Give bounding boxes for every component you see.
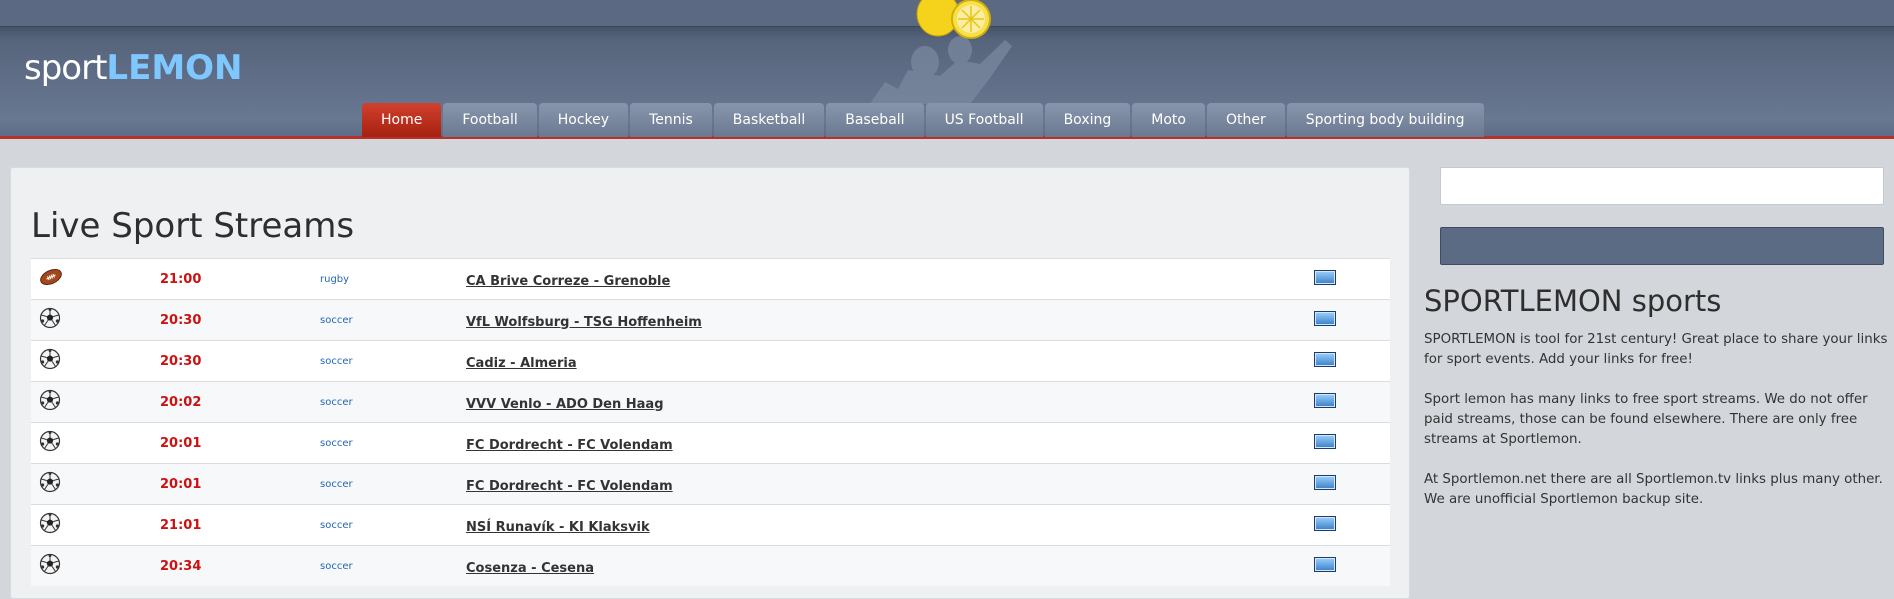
event-match-link[interactable]: VVV Venlo - ADO Den Haag [466, 397, 664, 412]
event-row: 21:00 rugby CA Brive Correze - Grenoble [31, 258, 1390, 300]
event-match-link[interactable]: VfL Wolfsburg - TSG Hoffenheim [466, 315, 702, 330]
event-sport-label: soccer [320, 340, 466, 382]
event-sport-label: soccer [320, 463, 466, 505]
sidebar-submit-button[interactable] [1440, 227, 1884, 265]
event-row: 20:02 soccer VVV Venlo - ADO Den Haag [31, 381, 1390, 423]
nav-other[interactable]: Other [1206, 103, 1285, 137]
event-row: 20:34 soccer Cosenza - Cesena [31, 545, 1390, 586]
event-time: 20:30 [160, 340, 320, 382]
event-row: 20:01 soccer FC Dordrecht - FC Volendam [31, 422, 1390, 464]
event-match-link[interactable]: Cadiz - Almeria [466, 356, 577, 371]
sidebar-title: SPORTLEMON sports [1424, 284, 1722, 318]
page-title: Live Sport Streams [31, 206, 355, 246]
tv-stream-icon[interactable] [1314, 351, 1336, 367]
nav-moto[interactable]: Moto [1132, 103, 1205, 137]
event-match-link[interactable]: Cosenza - Cesena [466, 561, 594, 576]
header-lemon-player-graphic [870, 0, 1012, 104]
event-time: 21:01 [160, 504, 320, 546]
soccer-ball-icon [39, 471, 61, 497]
tv-stream-icon[interactable] [1314, 310, 1336, 326]
event-match-link[interactable]: CA Brive Correze - Grenoble [466, 274, 670, 289]
tv-stream-icon[interactable] [1314, 556, 1336, 572]
event-match-link[interactable]: FC Dordrecht - FC Volendam [466, 479, 673, 494]
live-streams-panel: Live Sport Streams 21:00 rugby CA Brive Co… [10, 167, 1410, 599]
event-row: 20:30 soccer VfL Wolfsburg - TSG Hoffenhei… [31, 299, 1390, 341]
event-sport-label: soccer [320, 381, 466, 423]
soccer-ball-icon [39, 512, 61, 538]
sidebar-paragraph: Sport lemon has many links to free sport… [1424, 392, 1868, 447]
event-sport-label: rugby [320, 258, 466, 300]
nav-baseball[interactable]: Baseball [826, 103, 924, 137]
tv-stream-icon[interactable] [1314, 474, 1336, 490]
event-sport-label: soccer [320, 299, 466, 341]
soccer-ball-icon [39, 389, 61, 415]
event-sport-label: soccer [320, 504, 466, 546]
soccer-ball-icon [39, 307, 61, 333]
event-sport-label: soccer [320, 422, 466, 464]
event-match-link[interactable]: NSÍ Runavík - KI Klaksvik [466, 520, 650, 535]
tv-stream-icon[interactable] [1314, 269, 1336, 285]
main-nav: Home Football Hockey Tennis Basketball B… [362, 103, 1486, 137]
event-row: 20:01 soccer FC Dordrecht - FC Volendam [31, 463, 1390, 505]
nav-football[interactable]: Football [443, 103, 537, 137]
event-time: 20:01 [160, 463, 320, 505]
sidebar-paragraph: At Sportlemon.net there are all Sportlem… [1424, 472, 1883, 507]
site-header: sportLEMON Home Football Hockey Tennis B… [0, 0, 1894, 139]
nav-home[interactable]: Home [362, 103, 442, 137]
soccer-ball-icon [39, 553, 61, 579]
nav-us-football[interactable]: US Football [925, 103, 1043, 137]
tv-stream-icon[interactable] [1314, 515, 1336, 531]
rugby-ball-icon [39, 268, 63, 290]
event-time: 21:00 [160, 258, 320, 300]
nav-sporting-body-building[interactable]: Sporting body building [1286, 103, 1484, 137]
logo-text-lemon: LEMON [106, 48, 243, 88]
tv-stream-icon[interactable] [1314, 392, 1336, 408]
event-time: 20:02 [160, 381, 320, 423]
event-time: 20:34 [160, 545, 320, 586]
nav-boxing[interactable]: Boxing [1044, 103, 1131, 137]
sidebar-search-input[interactable] [1440, 167, 1884, 205]
event-row: 21:01 soccer NSÍ Runavík - KI Klaksvik [31, 504, 1390, 546]
logo-text-sport: sport [24, 48, 107, 88]
event-time: 20:30 [160, 299, 320, 341]
event-sport-label: soccer [320, 545, 466, 586]
site-logo[interactable]: sportLEMON [24, 48, 243, 88]
events-table: 21:00 rugby CA Brive Correze - Grenoble 20:… [31, 258, 1390, 586]
nav-hockey[interactable]: Hockey [538, 103, 629, 137]
event-row: 20:30 soccer Cadiz - Almeria [31, 340, 1390, 382]
nav-tennis[interactable]: Tennis [630, 103, 712, 137]
soccer-ball-icon [39, 348, 61, 374]
nav-basketball[interactable]: Basketball [713, 103, 825, 137]
tv-stream-icon[interactable] [1314, 433, 1336, 449]
event-match-link[interactable]: FC Dordrecht - FC Volendam [466, 438, 673, 453]
sidebar-paragraph: SPORTLEMON is tool for 21st century! Gre… [1424, 332, 1888, 367]
soccer-ball-icon [39, 430, 61, 456]
event-time: 20:01 [160, 422, 320, 464]
